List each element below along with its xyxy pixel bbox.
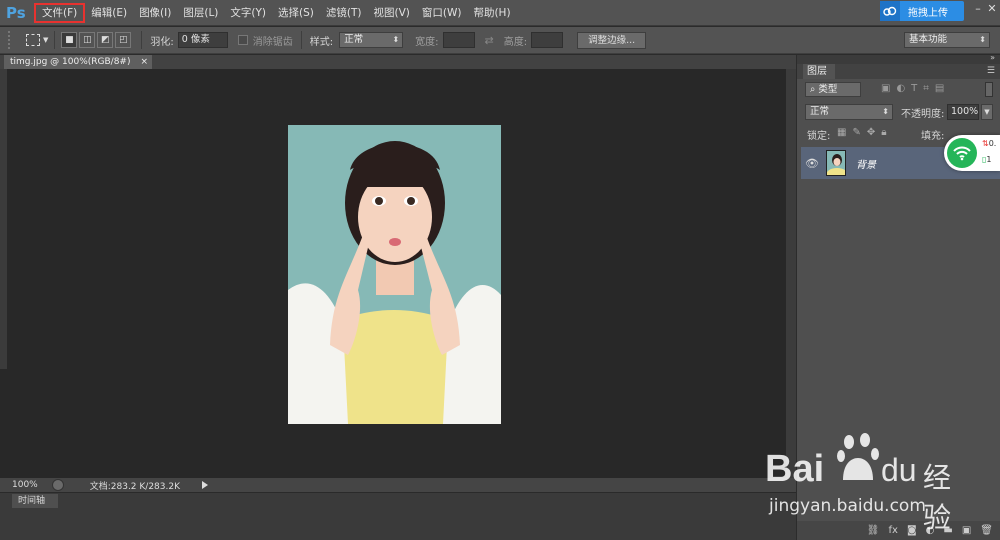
fx-icon[interactable]: fx [889, 525, 898, 536]
close-tab-icon[interactable]: × [140, 55, 148, 69]
drag-upload-button[interactable]: 拖拽上传 [880, 1, 964, 21]
refine-edge-button[interactable]: 调整边缘... [577, 31, 647, 49]
trash-icon[interactable]: 🗑︎ [980, 525, 993, 536]
wifi-upload-speed: ⇅0. [982, 139, 997, 148]
height-label: 高度: [503, 36, 528, 48]
baidu-url: jingyan.baidu.com [769, 496, 926, 516]
minimize-icon[interactable]: – [972, 3, 984, 15]
opacity-label: 不透明度: [901, 109, 945, 120]
document-tab[interactable]: timg.jpg @ 100%(RGB/8#) × [4, 55, 152, 69]
swap-icon[interactable]: ⇄ [485, 34, 494, 47]
panel-tab-row: 图层 ☰ [797, 64, 1000, 79]
feather-input[interactable]: 0 像素 [177, 32, 228, 48]
menu-window[interactable]: 窗口(W) [416, 3, 468, 23]
width-input[interactable] [442, 32, 475, 48]
opacity-input[interactable]: 100% [947, 104, 979, 120]
style-label: 样式: [309, 36, 334, 48]
workspace-select[interactable]: 基本功能 [904, 32, 990, 48]
document-image[interactable] [288, 125, 501, 424]
timeline-panel: 时间轴 [0, 492, 796, 540]
baidu-jingyan-text: 经验 [923, 461, 952, 534]
menu-filter[interactable]: 滤镜(T) [320, 3, 368, 23]
separator [141, 31, 143, 49]
separator [300, 31, 302, 49]
baidu-watermark: Bai du 经验 jingyan.baidu.com [765, 428, 965, 534]
fill-label: 填充: [921, 131, 945, 142]
document-size: 文档:283.2 K/283.2K [89, 481, 180, 492]
new-selection-icon[interactable]: ■ [61, 32, 78, 48]
filter-icons[interactable]: ▣◐T⌗▤ [881, 83, 950, 94]
status-menu-arrow-icon[interactable] [202, 481, 208, 489]
layer-thumbnail [826, 150, 846, 176]
marquee-tool-icon[interactable] [26, 34, 40, 46]
zoom-level[interactable]: 100% [12, 480, 38, 490]
wifi-widget[interactable]: ⇅0. ▯1 [944, 135, 1000, 171]
filter-toggle[interactable] [985, 82, 993, 97]
tools-panel-edge[interactable] [0, 69, 7, 369]
panel-collapse-bar[interactable]: » [797, 53, 1000, 64]
menu-edit[interactable]: 编辑(E) [85, 3, 133, 23]
wifi-icon [947, 138, 977, 168]
layer-name: 背景 [856, 159, 876, 171]
photoshop-logo: Ps [6, 3, 26, 22]
link-layers-icon[interactable]: ⛓︎ [867, 525, 880, 536]
menu-view[interactable]: 视图(V) [367, 3, 415, 23]
document-tab-title: timg.jpg @ 100%(RGB/8#) [10, 57, 131, 67]
status-bar: 100% 文档:283.2 K/283.2K [0, 478, 796, 492]
lock-icons[interactable]: ▦✎✥🔒︎ [837, 127, 893, 138]
filter-type-label: 类型 [818, 84, 838, 95]
separator [54, 31, 56, 49]
menu-bar: Ps 文件(F) 编辑(E) 图像(I) 图层(L) 文字(Y) 选择(S) 滤… [0, 0, 1000, 26]
timeline-tab[interactable]: 时间轴 [12, 494, 58, 508]
style-select[interactable]: 正常 [339, 32, 404, 48]
baidu-paw-icon [837, 433, 879, 480]
cloud-upload-icon [880, 1, 900, 21]
canvas-vertical-scrollbar[interactable] [786, 69, 796, 478]
layer-filter-select[interactable]: ⌕ 类型 [805, 82, 861, 97]
wifi-device-count: ▯1 [982, 155, 992, 164]
menu-image[interactable]: 图像(I) [133, 3, 177, 23]
layers-tab[interactable]: 图层 [803, 64, 835, 79]
portrait-photo [288, 125, 501, 424]
feather-label: 羽化: [150, 36, 174, 48]
lock-label: 锁定: [807, 131, 831, 142]
antialias-label: 消除锯齿 [252, 36, 293, 48]
eye-icon[interactable]: 👁︎ [801, 157, 823, 170]
opacity-dropdown-icon[interactable]: ▼ [981, 104, 993, 120]
menu-file[interactable]: 文件(F) [34, 2, 86, 23]
chevron-down-icon[interactable]: ▼ [43, 36, 48, 44]
blend-mode-select[interactable]: 正常 [805, 104, 893, 120]
intersect-selection-icon[interactable]: ◰ [115, 32, 132, 48]
height-input[interactable] [531, 32, 564, 48]
drag-upload-label: 拖拽上传 [908, 7, 948, 19]
baidu-brand-text-2: du [881, 452, 917, 488]
antialias-checkbox[interactable] [237, 35, 248, 45]
menu-help[interactable]: 帮助(H) [467, 3, 516, 23]
subtract-selection-icon[interactable]: ◩ [97, 32, 114, 48]
options-bar: ▼ ■ ◫ ◩ ◰ 羽化: 0 像素 消除锯齿 样式: 正常 宽度: ⇄ 高度:… [0, 27, 1000, 54]
close-icon[interactable]: ✕ [986, 3, 998, 15]
menu-select[interactable]: 选择(S) [272, 3, 320, 23]
menu-type[interactable]: 文字(Y) [224, 3, 272, 23]
status-info-icon[interactable] [51, 479, 64, 491]
width-label: 宽度: [415, 36, 439, 48]
layers-bottom-toolbar: ⛓︎ fx ◙ ◐ ▬ ▣ 🗑︎ [797, 521, 1000, 540]
panel-menu-icon[interactable]: ☰ [987, 66, 995, 76]
toolbar-grip [8, 31, 16, 49]
menu-layer[interactable]: 图层(L) [177, 3, 224, 23]
document-tab-row: timg.jpg @ 100%(RGB/8#) × [0, 55, 796, 69]
baidu-brand-text: Bai [765, 448, 825, 490]
add-selection-icon[interactable]: ◫ [79, 32, 96, 48]
layer-mask-icon[interactable]: ◙ [907, 525, 917, 536]
collapse-icon[interactable]: » [990, 53, 995, 62]
